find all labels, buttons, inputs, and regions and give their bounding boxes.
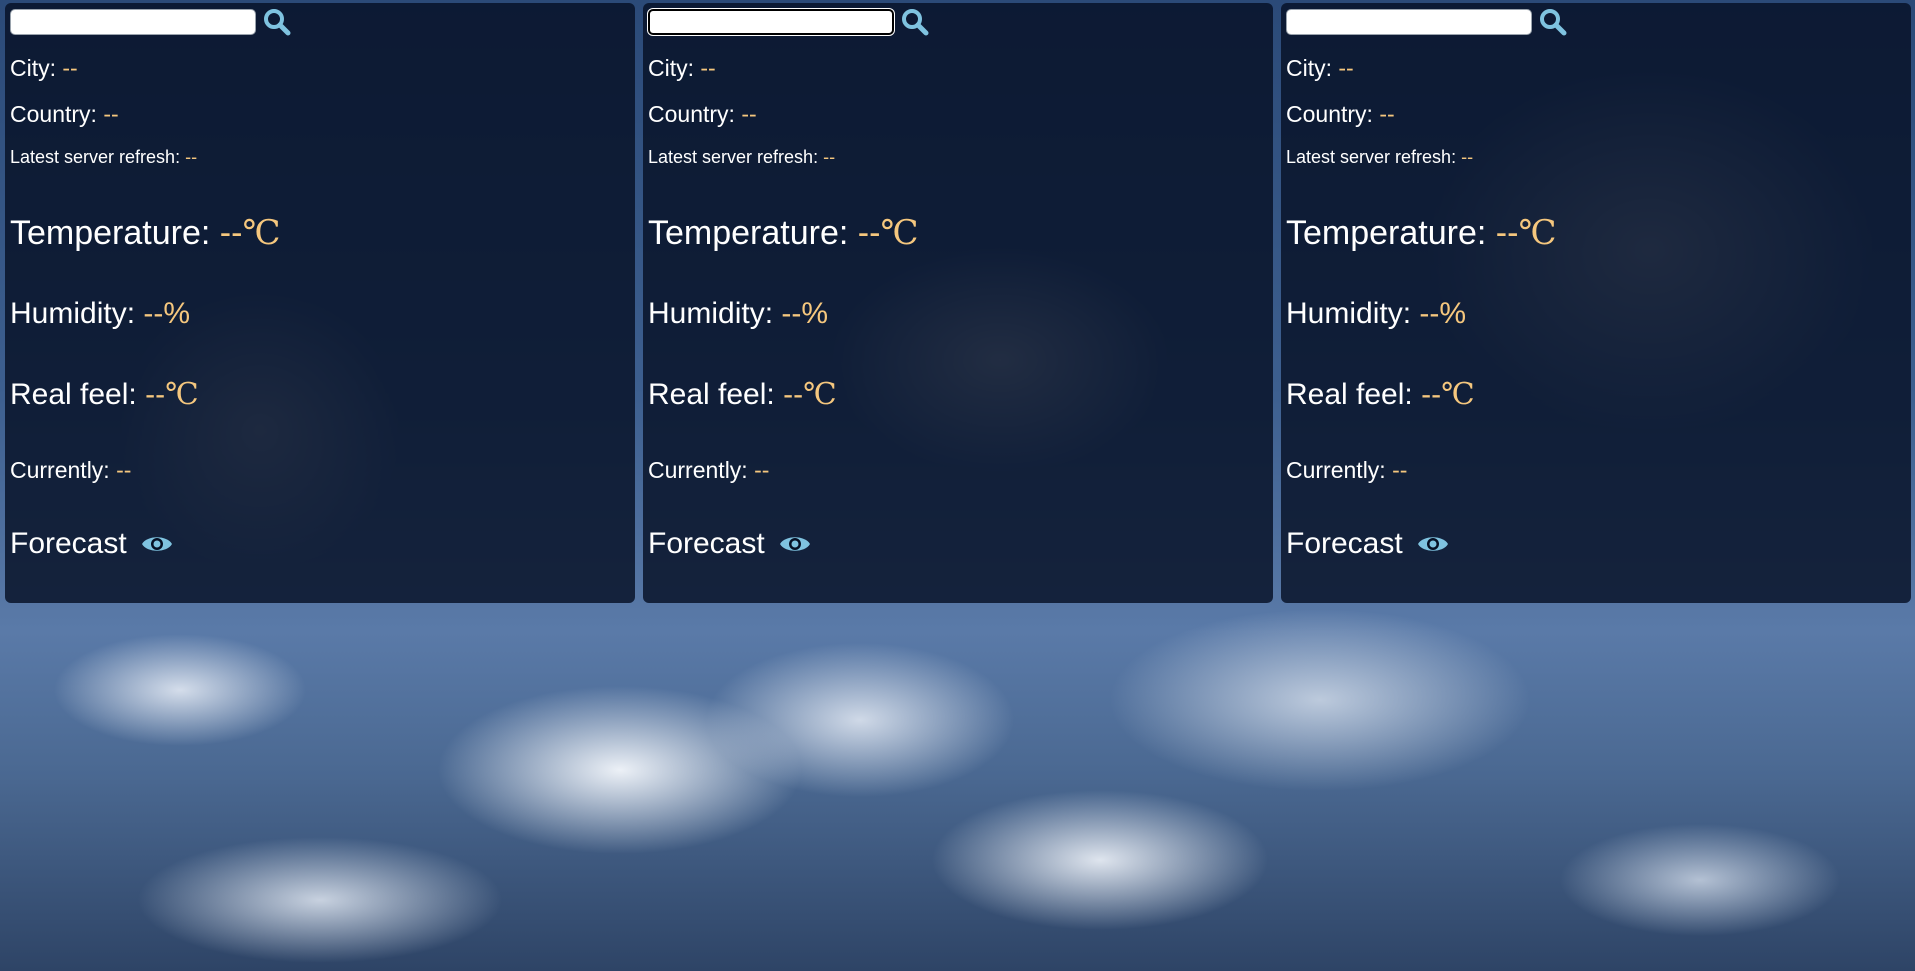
refresh-row: Latest server refresh: -- xyxy=(1286,147,1473,168)
search-row xyxy=(648,5,1268,39)
refresh-value: -- xyxy=(1461,147,1474,167)
refresh-value: -- xyxy=(185,147,198,167)
refresh-label: Latest server refresh: xyxy=(648,147,819,167)
country-value: -- xyxy=(1379,101,1395,127)
search-icon[interactable] xyxy=(898,5,932,39)
refresh-label: Latest server refresh: xyxy=(1286,147,1457,167)
humidity-value: --% xyxy=(1419,297,1467,330)
temperature-unit: ℃ xyxy=(242,215,281,252)
humidity-label: Humidity: xyxy=(648,297,774,330)
country-label: Country: xyxy=(10,101,97,127)
country-row: Country: -- xyxy=(1286,101,1395,128)
real-feel-row: Real feel: --℃ xyxy=(10,377,199,412)
real-feel-label: Real feel: xyxy=(10,378,137,411)
eye-icon[interactable] xyxy=(1417,533,1449,555)
city-row: City: -- xyxy=(1286,55,1354,82)
city-label: City: xyxy=(10,55,56,81)
real-feel-row: Real feel: --℃ xyxy=(648,377,837,412)
city-value: -- xyxy=(700,55,716,81)
currently-row: Currently: -- xyxy=(1286,457,1407,484)
currently-row: Currently: -- xyxy=(648,457,769,484)
humidity-row: Humidity: --% xyxy=(1286,297,1466,331)
currently-label: Currently: xyxy=(1286,457,1386,483)
search-row xyxy=(10,5,630,39)
search-icon[interactable] xyxy=(1536,5,1570,39)
eye-icon[interactable] xyxy=(779,533,811,555)
city-label: City: xyxy=(648,55,694,81)
temperature-label: Temperature: xyxy=(648,214,849,252)
currently-value: -- xyxy=(1392,457,1408,483)
city-row: City: -- xyxy=(10,55,78,82)
country-row: Country: -- xyxy=(648,101,757,128)
temperature-label: Temperature: xyxy=(1286,214,1487,252)
search-icon[interactable] xyxy=(260,5,294,39)
city-row: City: -- xyxy=(648,55,716,82)
refresh-value: -- xyxy=(823,147,836,167)
city-label: City: xyxy=(1286,55,1332,81)
currently-value: -- xyxy=(116,457,132,483)
humidity-value: --% xyxy=(781,297,829,330)
forecast-label: Forecast xyxy=(10,527,127,560)
weather-panels: City: -- Country: -- Latest server refre… xyxy=(5,3,1911,603)
refresh-row: Latest server refresh: -- xyxy=(10,147,197,168)
city-value: -- xyxy=(62,55,78,81)
temperature-value: -- xyxy=(219,214,243,252)
temperature-unit: ℃ xyxy=(1518,215,1557,252)
country-value: -- xyxy=(741,101,757,127)
real-feel-label: Real feel: xyxy=(648,378,775,411)
city-search-input[interactable] xyxy=(648,9,894,35)
forecast-toggle[interactable]: Forecast xyxy=(648,527,811,561)
humidity-label: Humidity: xyxy=(1286,297,1412,330)
city-search-input[interactable] xyxy=(1286,9,1532,35)
real-feel-value: -- xyxy=(1421,378,1442,411)
forecast-label: Forecast xyxy=(1286,527,1403,560)
humidity-row: Humidity: --% xyxy=(648,297,828,331)
humidity-value: --% xyxy=(143,297,191,330)
weather-panel-3: City: -- Country: -- Latest server refre… xyxy=(1281,3,1911,603)
currently-value: -- xyxy=(754,457,770,483)
country-row: Country: -- xyxy=(10,101,119,128)
forecast-label: Forecast xyxy=(648,527,765,560)
currently-label: Currently: xyxy=(648,457,748,483)
temperature-row: Temperature: --℃ xyxy=(1286,213,1556,253)
search-row xyxy=(1286,5,1906,39)
real-feel-unit: ℃ xyxy=(803,378,837,411)
city-search-input[interactable] xyxy=(10,9,256,35)
real-feel-unit: ℃ xyxy=(1441,378,1475,411)
country-label: Country: xyxy=(1286,101,1373,127)
temperature-label: Temperature: xyxy=(10,214,211,252)
country-value: -- xyxy=(103,101,119,127)
real-feel-unit: ℃ xyxy=(165,378,199,411)
city-value: -- xyxy=(1338,55,1354,81)
temperature-row: Temperature: --℃ xyxy=(10,213,280,253)
humidity-row: Humidity: --% xyxy=(10,297,190,331)
forecast-toggle[interactable]: Forecast xyxy=(10,527,173,561)
real-feel-value: -- xyxy=(783,378,804,411)
humidity-label: Humidity: xyxy=(10,297,136,330)
real-feel-row: Real feel: --℃ xyxy=(1286,377,1475,412)
real-feel-value: -- xyxy=(145,378,166,411)
refresh-label: Latest server refresh: xyxy=(10,147,181,167)
currently-row: Currently: -- xyxy=(10,457,131,484)
weather-panel-1: City: -- Country: -- Latest server refre… xyxy=(5,3,635,603)
forecast-toggle[interactable]: Forecast xyxy=(1286,527,1449,561)
currently-label: Currently: xyxy=(10,457,110,483)
weather-panel-2: City: -- Country: -- Latest server refre… xyxy=(643,3,1273,603)
temperature-value: -- xyxy=(1495,214,1519,252)
country-label: Country: xyxy=(648,101,735,127)
temperature-row: Temperature: --℃ xyxy=(648,213,918,253)
refresh-row: Latest server refresh: -- xyxy=(648,147,835,168)
real-feel-label: Real feel: xyxy=(1286,378,1413,411)
eye-icon[interactable] xyxy=(141,533,173,555)
temperature-value: -- xyxy=(857,214,881,252)
temperature-unit: ℃ xyxy=(880,215,919,252)
